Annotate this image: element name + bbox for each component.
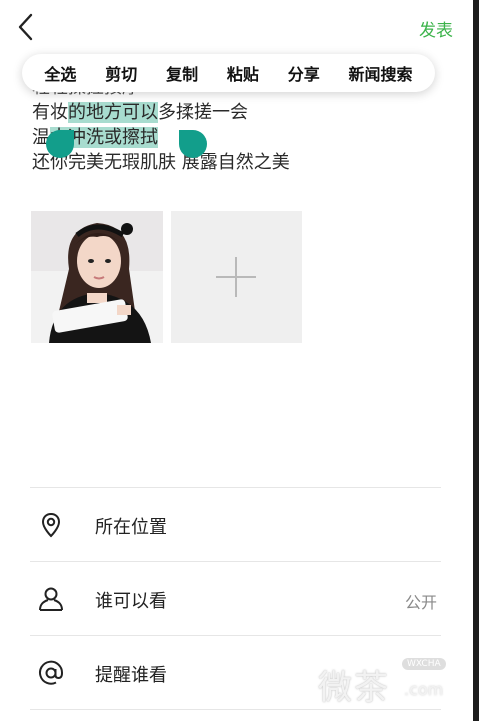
selection-handle-start[interactable]	[46, 130, 74, 158]
screen-edge	[473, 0, 479, 721]
menu-share[interactable]: 分享	[286, 57, 322, 89]
menu-select-all[interactable]: 全选	[42, 57, 78, 89]
attached-photo[interactable]	[31, 211, 163, 343]
plus-icon	[216, 257, 256, 297]
menu-paste[interactable]: 粘贴	[225, 57, 261, 89]
visibility-row[interactable]: 谁可以看 公开	[30, 562, 441, 634]
text-line-4: 还你完美无瑕肌肤 展露自然之美	[32, 152, 290, 173]
at-icon	[39, 660, 64, 685]
menu-cut[interactable]: 剪切	[103, 57, 139, 89]
visibility-label: 谁可以看	[95, 591, 167, 612]
text-context-menu: 全选 剪切 复制 粘贴 分享 新闻搜索	[22, 54, 435, 92]
text-line-3: 温水冲洗或擦拭	[32, 127, 158, 148]
watermark-logo: 微茶 WXCHA .com	[318, 654, 468, 708]
location-row[interactable]: 所在位置	[30, 488, 441, 560]
location-pin-icon	[41, 512, 61, 538]
add-photo-button[interactable]	[171, 211, 302, 343]
back-button[interactable]	[14, 12, 40, 42]
visibility-value: 公开	[404, 593, 437, 612]
divider	[30, 709, 441, 710]
menu-news-search[interactable]: 新闻搜索	[347, 57, 415, 89]
text-line-2: 有妆的地方可以多揉搓一会	[32, 102, 248, 123]
photo-thumbnail	[31, 211, 163, 343]
mention-label: 提醒谁看	[95, 665, 167, 686]
selection-handle-end[interactable]	[179, 130, 207, 158]
selected-text: 的地方可以	[68, 102, 158, 123]
publish-button[interactable]: 发表	[419, 16, 453, 41]
post-text-editor[interactable]: 轻轻揉搓按摩 有妆的地方可以多揉搓一会 温水冲洗或擦拭 还你完美无瑕肌肤 展露自…	[32, 86, 452, 175]
menu-copy[interactable]: 复制	[164, 57, 200, 89]
person-icon	[39, 587, 63, 611]
location-label: 所在位置	[95, 517, 167, 538]
chevron-left-icon	[18, 13, 33, 41]
